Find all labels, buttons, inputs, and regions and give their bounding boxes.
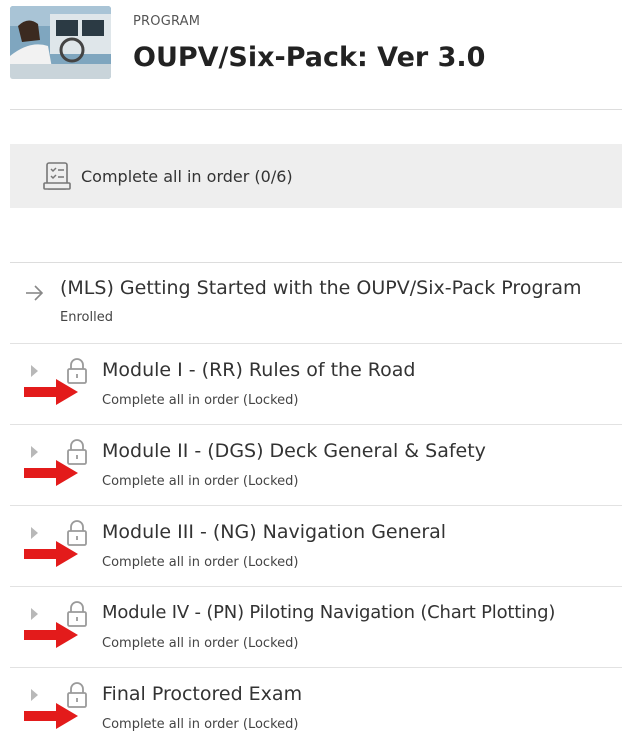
red-arrow-annotation-icon	[24, 460, 78, 486]
course-title[interactable]: (MLS) Getting Started with the OUPV/Six-…	[60, 277, 581, 299]
course-item-module-4[interactable]: Module IV - (PN) Piloting Navigation (Ch…	[10, 587, 622, 668]
course-item-module-2[interactable]: Module II - (DGS) Deck General & Safety …	[10, 425, 622, 506]
lock-status: Complete all in order (Locked)	[102, 393, 299, 408]
course-title: Module II - (DGS) Deck General & Safety	[102, 440, 486, 462]
course-item-getting-started[interactable]: (MLS) Getting Started with the OUPV/Six-…	[10, 263, 622, 344]
arrow-right-icon	[26, 285, 44, 301]
expand-caret-icon[interactable]	[31, 608, 38, 620]
lock-status: Complete all in order (Locked)	[102, 717, 299, 732]
checklist-icon	[43, 162, 71, 190]
expand-caret-icon[interactable]	[31, 446, 38, 458]
course-title: Module I - (RR) Rules of the Road	[102, 359, 416, 381]
program-eyebrow: PROGRAM	[133, 14, 201, 29]
red-arrow-annotation-icon	[24, 703, 78, 729]
lock-status: Complete all in order (Locked)	[102, 474, 299, 489]
course-title: Module IV - (PN) Piloting Navigation (Ch…	[102, 602, 556, 623]
course-item-final-exam[interactable]: Final Proctored Exam Complete all in ord…	[10, 668, 622, 748]
program-thumbnail[interactable]	[10, 6, 111, 79]
completion-order-label: Complete all in order (0/6)	[81, 166, 293, 186]
lock-status: Complete all in order (Locked)	[102, 555, 299, 570]
course-item-module-3[interactable]: Module III - (NG) Navigation General Com…	[10, 506, 622, 587]
expand-caret-icon[interactable]	[31, 689, 38, 701]
lock-status: Complete all in order (Locked)	[102, 636, 299, 651]
expand-caret-icon[interactable]	[31, 527, 38, 539]
course-title: Final Proctored Exam	[102, 683, 303, 705]
expand-caret-icon[interactable]	[31, 365, 38, 377]
red-arrow-annotation-icon	[24, 622, 78, 648]
course-title: Module III - (NG) Navigation General	[102, 521, 447, 543]
page-title: OUPV/Six-Pack: Ver 3.0	[133, 42, 486, 73]
header-divider	[10, 109, 622, 110]
boat-helm-photo-icon	[10, 6, 111, 79]
program-course-list: (MLS) Getting Started with the OUPV/Six-…	[10, 262, 622, 748]
completion-order-bar: Complete all in order (0/6)	[10, 144, 622, 208]
enrollment-status: Enrolled	[60, 310, 113, 325]
red-arrow-annotation-icon	[24, 541, 78, 567]
red-arrow-annotation-icon	[24, 379, 78, 405]
course-item-module-1[interactable]: Module I - (RR) Rules of the Road Comple…	[10, 344, 622, 425]
